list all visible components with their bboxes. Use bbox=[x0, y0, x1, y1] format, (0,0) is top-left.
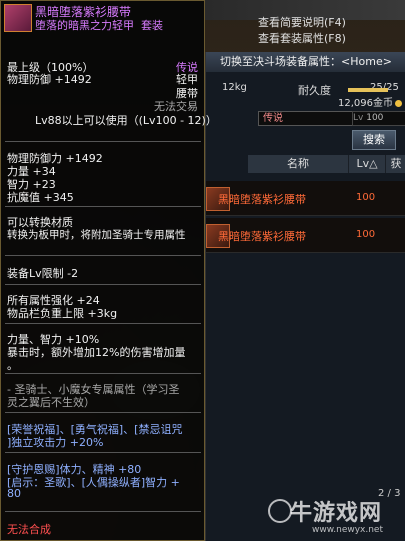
usable-level-text: Lv88以上可以使用 bbox=[35, 114, 128, 127]
set-tag: 套装 bbox=[141, 19, 163, 32]
lv-value: 100 bbox=[366, 113, 384, 123]
rarity-filter[interactable]: 传说 bbox=[258, 111, 354, 126]
divider bbox=[5, 323, 201, 324]
panel-title[interactable]: 切换至决斗场装备属性：<Home> bbox=[206, 52, 405, 72]
buy-button[interactable]: 获得 bbox=[386, 155, 405, 173]
row-lv: 100 bbox=[356, 192, 376, 203]
usable-range: (Lv100 - 12) bbox=[138, 114, 206, 127]
gold-amount: 12,096金币 bbox=[338, 94, 402, 109]
weight-boost: 物品栏负重上限 +3kg bbox=[7, 307, 118, 320]
durability-bar bbox=[348, 88, 388, 92]
site-watermark: 牛游戏网 www.newyx.net bbox=[268, 495, 403, 541]
set-name: 堕落的暗黑之力轻甲 套装 bbox=[35, 17, 163, 33]
weight-value: 12kg bbox=[222, 82, 247, 93]
phys-def-inline: 物理防御 +1492 bbox=[7, 73, 92, 86]
usable-level: Lv88以上可以使用（(Lv100 - 12)） bbox=[35, 114, 217, 127]
crit-line: 暴击时，额外增加12%的伤害增加量 bbox=[7, 346, 186, 359]
level-filter[interactable]: Lv 100 bbox=[352, 111, 405, 126]
watermark-logo-icon bbox=[268, 499, 292, 523]
exclusive-line: 灵之翼后不生效） bbox=[7, 396, 95, 409]
column-name[interactable]: 名称 bbox=[248, 155, 349, 173]
durability-fill bbox=[348, 88, 388, 92]
durability-label: 耐久度 bbox=[298, 84, 331, 97]
table-row[interactable]: 黑暗堕落紫衫腰带 100 bbox=[206, 181, 405, 216]
belt-icon bbox=[4, 4, 32, 32]
grace-line: [启示：圣歌]、[人偶操纵者]智力 + bbox=[7, 476, 180, 489]
table-row[interactable]: 黑暗堕落紫衫腰带 100 bbox=[206, 218, 405, 253]
divider bbox=[5, 141, 201, 142]
divider bbox=[5, 452, 201, 453]
coin-icon bbox=[395, 99, 402, 107]
lv-prefix: Lv bbox=[353, 113, 364, 123]
stat-line: 抗魔值 +345 bbox=[7, 191, 74, 204]
no-synthesis: 无法合成 bbox=[7, 523, 51, 536]
item-tooltip: 黑暗堕落紫衫腰带 堕落的暗黑之力轻甲 套装 最上级（100%） 传说 物理防御 … bbox=[0, 0, 217, 541]
watermark-url: www.newyx.net bbox=[312, 525, 384, 535]
divider bbox=[5, 206, 201, 207]
hint-set: 查看套装属性(F8) bbox=[258, 32, 346, 45]
crit-line: 。 bbox=[7, 359, 18, 372]
gold-text: 12,096金币 bbox=[338, 98, 393, 109]
equip-lv-limit: 装备Lv限制 -2 bbox=[7, 267, 79, 280]
row-name: 黑暗堕落紫衫腰带 bbox=[218, 230, 306, 243]
buff-line: ]独立攻击力 +20% bbox=[7, 436, 104, 449]
divider bbox=[5, 373, 201, 374]
row-lv: 100 bbox=[356, 229, 376, 240]
divider bbox=[5, 412, 201, 413]
watermark-text: 牛游戏网 bbox=[290, 501, 383, 526]
divider bbox=[5, 511, 201, 512]
divider bbox=[5, 284, 201, 285]
search-button[interactable]: 搜索 bbox=[352, 130, 396, 150]
row-name: 黑暗堕落紫衫腰带 bbox=[218, 193, 306, 206]
grace-line: 80 bbox=[7, 487, 21, 500]
divider bbox=[5, 255, 201, 256]
column-lv[interactable]: Lv△ bbox=[349, 155, 386, 173]
hint-desc: 查看简要说明(F4) bbox=[258, 16, 346, 29]
convert-line: 转换为板甲时，将附加圣骑士专用属性 bbox=[7, 229, 186, 241]
shop-panel: 切换至决斗场装备属性：<Home> 12kg 耐久度 25/25 12,096金… bbox=[205, 52, 405, 541]
set-name-text: 堕落的暗黑之力轻甲 bbox=[35, 19, 134, 32]
